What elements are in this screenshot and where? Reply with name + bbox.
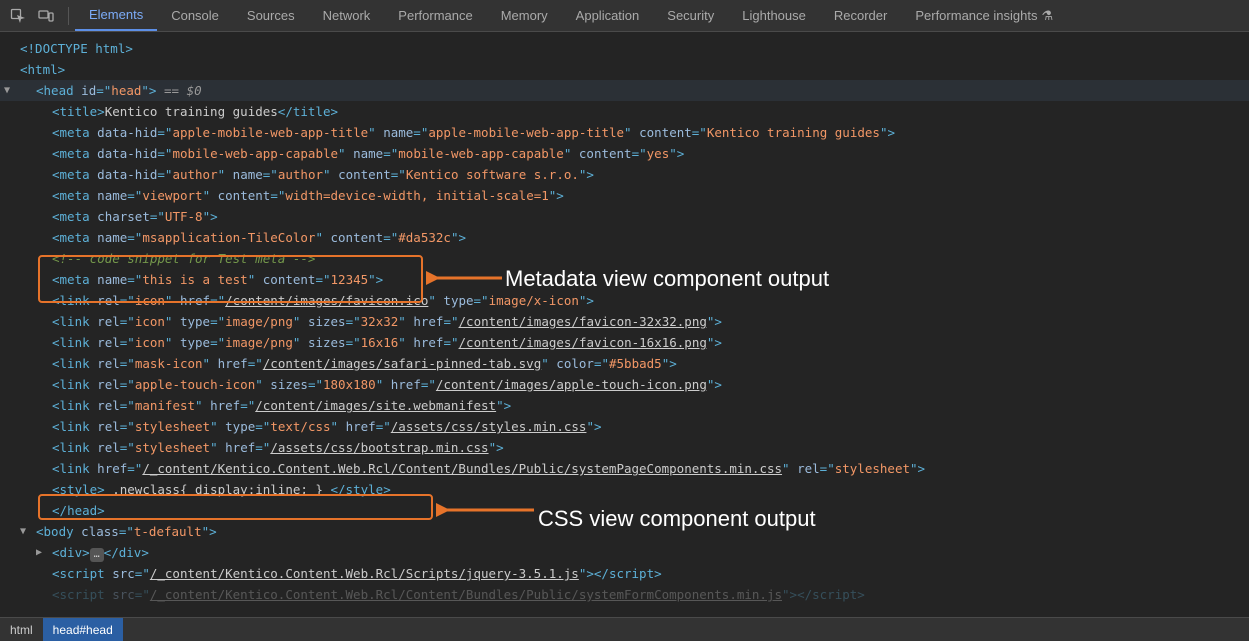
expand-arrow-icon[interactable]: ▶: [36, 542, 42, 563]
dom-line[interactable]: <meta name="msapplication-TileColor" con…: [0, 227, 1249, 248]
collapsed-ellipsis[interactable]: …: [90, 548, 104, 562]
tab-performance[interactable]: Performance: [384, 0, 486, 31]
dom-line[interactable]: <link href="/_content/Kentico.Content.We…: [0, 458, 1249, 479]
expand-arrow-icon[interactable]: ▼: [20, 521, 26, 542]
dom-line[interactable]: <meta data-hid="apple-mobile-web-app-tit…: [0, 122, 1249, 143]
expand-arrow-icon[interactable]: ▼: [4, 80, 10, 101]
dom-line[interactable]: ▶<div>…</div>: [0, 542, 1249, 563]
dom-line[interactable]: <html>: [0, 59, 1249, 80]
dom-line[interactable]: <link rel="manifest" href="/content/imag…: [0, 395, 1249, 416]
tab-application[interactable]: Application: [562, 0, 654, 31]
dom-line[interactable]: <script src="/_content/Kentico.Content.W…: [0, 584, 1249, 605]
panel-tabs: Elements Console Sources Network Perform…: [75, 0, 1067, 31]
toolbar-separator: [68, 7, 69, 25]
dom-line[interactable]: <link rel="stylesheet" type="text/css" h…: [0, 416, 1249, 437]
dom-line[interactable]: <link rel="icon" type="image/png" sizes=…: [0, 332, 1249, 353]
dom-line[interactable]: <link rel="apple-touch-icon" sizes="180x…: [0, 374, 1249, 395]
dom-line[interactable]: <!DOCTYPE html>: [0, 38, 1249, 59]
inspect-icon[interactable]: [6, 4, 30, 28]
tab-security[interactable]: Security: [653, 0, 728, 31]
tab-lighthouse[interactable]: Lighthouse: [728, 0, 820, 31]
breadcrumb-item[interactable]: head#head: [43, 618, 123, 641]
dom-line[interactable]: <meta data-hid="mobile-web-app-capable" …: [0, 143, 1249, 164]
dom-line[interactable]: <title>Kentico training guides</title>: [0, 101, 1249, 122]
beaker-icon: ⚗: [1041, 8, 1053, 24]
dom-line[interactable]: <link rel="mask-icon" href="/content/ima…: [0, 353, 1249, 374]
tab-perf-insights[interactable]: Performance insights⚗: [901, 0, 1067, 31]
dom-line[interactable]: <link rel="icon" type="image/png" sizes=…: [0, 311, 1249, 332]
dom-line[interactable]: <link rel="icon" href="/content/images/f…: [0, 290, 1249, 311]
annotation-label: CSS view component output: [538, 506, 816, 532]
tab-sources[interactable]: Sources: [233, 0, 309, 31]
tab-memory[interactable]: Memory: [487, 0, 562, 31]
dom-line[interactable]: <script src="/_content/Kentico.Content.W…: [0, 563, 1249, 584]
annotation-label: Metadata view component output: [505, 266, 829, 292]
dom-line[interactable]: <link rel="stylesheet" href="/assets/css…: [0, 437, 1249, 458]
dom-line-selected[interactable]: ▼<head id="head"> == $0: [0, 80, 1249, 101]
tab-recorder[interactable]: Recorder: [820, 0, 901, 31]
tab-network[interactable]: Network: [309, 0, 385, 31]
breadcrumb-item[interactable]: html: [0, 618, 43, 641]
dom-line[interactable]: <style> .newclass{ display:inline; } </s…: [0, 479, 1249, 500]
dom-line[interactable]: <meta name="viewport" content="width=dev…: [0, 185, 1249, 206]
dom-line[interactable]: <meta data-hid="author" name="author" co…: [0, 164, 1249, 185]
tab-console[interactable]: Console: [157, 0, 233, 31]
tab-elements[interactable]: Elements: [75, 0, 157, 31]
dom-line[interactable]: <meta charset="UTF-8">: [0, 206, 1249, 227]
dom-breadcrumb: html head#head: [0, 617, 1249, 641]
devtools-toolbar: Elements Console Sources Network Perform…: [0, 0, 1249, 32]
device-toggle-icon[interactable]: [34, 4, 58, 28]
